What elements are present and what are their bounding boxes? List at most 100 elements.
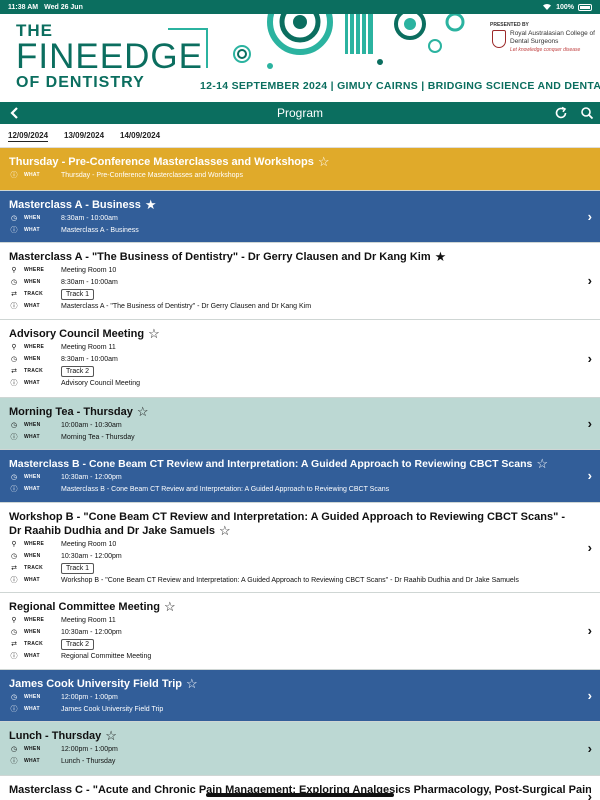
session-title: Masterclass A - Business ★	[9, 197, 157, 212]
chevron-left-icon	[10, 107, 18, 119]
favourite-star-icon[interactable]: ☆	[536, 457, 548, 470]
conference-banner: THE FINEEDGE OF DENTISTRY PRESENTED BY R…	[0, 14, 600, 98]
search-button[interactable]	[580, 106, 594, 120]
session-when: ◷ WHEN 10:30am - 12:00pm	[10, 473, 122, 482]
refresh-icon	[555, 106, 567, 119]
status-date: Wed 26 Jun	[44, 3, 83, 11]
session-when: ◷ WHEN 10:30am - 12:00pm	[10, 552, 122, 561]
session-where: ⚲ WHERE Meeting Room 11	[9, 615, 591, 627]
session-title: Thursday - Pre-Conference Masterclasses …	[9, 154, 330, 169]
favourite-star-icon[interactable]: ☆	[105, 729, 117, 742]
track-badge: Track 1	[61, 288, 95, 300]
favourite-star-icon[interactable]: ☆	[148, 327, 160, 340]
wifi-icon	[542, 3, 552, 12]
favourite-star-icon[interactable]: ★	[435, 250, 447, 263]
session-title: Morning Tea - Thursday ☆	[9, 404, 149, 419]
favourite-star-icon[interactable]: ☆	[137, 405, 149, 418]
session-track: ⇄ TRACK Track 2	[9, 638, 591, 651]
session-what: ⓘ WHAT Advisory Council Meeting	[10, 379, 140, 388]
date-tabs: 12/09/2024 13/09/2024 14/09/2024	[0, 124, 600, 148]
session-when: ◷ WHEN 8:30am - 10:00am	[10, 214, 118, 223]
info-icon: ⓘ	[10, 706, 18, 714]
track-badge: Track 2	[61, 638, 95, 650]
session-when: ◷ WHEN 8:30am - 10:00am	[10, 355, 118, 364]
session-row[interactable]: Thursday - Pre-Conference Masterclasses …	[0, 148, 600, 191]
info-icon: ⓘ	[10, 653, 18, 661]
session-track: ⇄ TRACK Track 2	[9, 365, 591, 378]
chevron-right-icon: ›	[587, 740, 592, 756]
session-track: ⇄ TRACK Track 1	[9, 288, 591, 301]
info-icon: ⓘ	[10, 758, 18, 766]
session-row[interactable]: Masterclass A - Business ★ ◷ WHEN 8:30am - …	[0, 191, 600, 243]
info-icon: ⓘ	[10, 303, 18, 311]
shuffle-icon: ⇄	[11, 368, 17, 376]
session-track: ⇄ TRACK Track 1	[9, 562, 591, 575]
location-pin-icon: ⚲	[11, 344, 17, 352]
battery-percent: 100%	[556, 3, 574, 11]
favourite-star-icon[interactable]: ☆	[164, 600, 176, 613]
session-what: ⓘ WHAT Thursday - Pre-Conference Mastercla…	[10, 171, 243, 180]
shuffle-icon: ⇄	[11, 291, 17, 299]
session-title: Regional Committee Meeting ☆	[9, 599, 176, 614]
session-what: ⓘ WHAT Masterclass A - "The Business of De…	[10, 302, 312, 311]
chevron-right-icon: ›	[587, 273, 592, 288]
session-title: Advisory Council Meeting ☆	[9, 326, 160, 341]
clock-icon: ◷	[10, 279, 18, 287]
session-what: ⓘ WHAT James Cook University Field Trip	[10, 705, 164, 714]
info-icon: ⓘ	[10, 577, 18, 585]
refresh-button[interactable]	[554, 106, 568, 120]
session-row[interactable]: James Cook University Field Trip ☆ ◷ WHEN 1…	[0, 670, 600, 722]
session-row[interactable]: Regional Committee Meeting ☆ ⚲ WHERE Meetin…	[0, 593, 600, 670]
tab-date-1[interactable]: 12/09/2024	[8, 131, 49, 142]
status-time: 11:38 AM	[8, 3, 39, 11]
presented-by: PRESENTED BY Royal Australasian College …	[490, 22, 598, 53]
session-row[interactable]: Masterclass B - Cone Beam CT Review and …	[0, 450, 600, 503]
status-bar: 11:38 AM Wed 26 Jun 100%	[0, 0, 600, 14]
info-icon: ⓘ	[10, 486, 18, 494]
home-indicator[interactable]	[206, 793, 394, 797]
chevron-right-icon: ›	[587, 539, 592, 555]
back-button[interactable]	[8, 105, 22, 121]
session-row[interactable]: Advisory Council Meeting ☆ ⚲ WHERE Meeting …	[0, 320, 600, 398]
session-what: ⓘ WHAT Morning Tea - Thursday	[10, 433, 135, 442]
clock-icon: ◷	[10, 356, 18, 364]
shuffle-icon: ⇄	[11, 565, 17, 573]
clock-icon: ◷	[10, 746, 18, 754]
clock-icon: ◷	[10, 629, 18, 637]
session-list: Thursday - Pre-Conference Masterclasses …	[0, 148, 600, 800]
nav-bar: Program	[0, 102, 600, 124]
logo-subtitle: OF DENTISTRY	[16, 74, 145, 91]
organisation-name: Royal Australasian College of Dental Sur…	[510, 30, 595, 45]
favourite-star-icon[interactable]: ★	[145, 198, 157, 211]
logo-frame	[168, 28, 208, 68]
favourite-star-icon[interactable]: ☆	[186, 677, 198, 690]
clock-icon: ◷	[10, 474, 18, 482]
info-icon: ⓘ	[10, 172, 18, 180]
session-row[interactable]: Masterclass A - "The Business of Dentist…	[0, 243, 600, 320]
session-when: ◷ WHEN 12:00pm - 1:00pm	[10, 745, 118, 754]
session-title: James Cook University Field Trip ☆	[9, 676, 198, 691]
session-what: ⓘ WHAT Regional Committee Meeting	[10, 652, 152, 661]
session-what: ⓘ WHAT Masterclass A - Business	[10, 226, 139, 235]
clock-icon: ◷	[10, 422, 18, 430]
session-row[interactable]: Workshop B - "Cone Beam CT Review and In…	[0, 503, 600, 593]
favourite-star-icon[interactable]: ☆	[219, 524, 231, 537]
session-title: Lunch - Thursday ☆	[9, 728, 117, 743]
info-icon: ⓘ	[10, 227, 18, 235]
presented-by-label: PRESENTED BY	[490, 22, 529, 28]
location-pin-icon: ⚲	[11, 617, 17, 625]
session-what: ⓘ WHAT Workshop B - "Cone Beam CT Review a…	[10, 576, 519, 585]
session-row[interactable]: Lunch - Thursday ☆ ◷ WHEN 12:00pm - 1:00pm …	[0, 722, 600, 776]
session-when: ◷ WHEN 10:30am - 12:00pm	[10, 628, 122, 637]
decorative-circles	[233, 14, 465, 69]
tab-date-3[interactable]: 14/09/2024	[120, 131, 160, 140]
page-title: Program	[276, 106, 323, 120]
session-row[interactable]: Morning Tea - Thursday ☆ ◷ WHEN 10:00am - 1…	[0, 398, 600, 450]
clock-icon: ◷	[10, 553, 18, 561]
conference-info: 12-14 SEPTEMBER 2024 | GIMUY CAIRNS | BR…	[200, 80, 600, 92]
tab-date-2[interactable]: 13/09/2024	[64, 131, 104, 140]
shuffle-icon: ⇄	[11, 641, 17, 649]
chevron-right-icon: ›	[587, 789, 592, 800]
track-badge: Track 2	[61, 365, 95, 377]
favourite-star-icon[interactable]: ☆	[318, 155, 330, 168]
